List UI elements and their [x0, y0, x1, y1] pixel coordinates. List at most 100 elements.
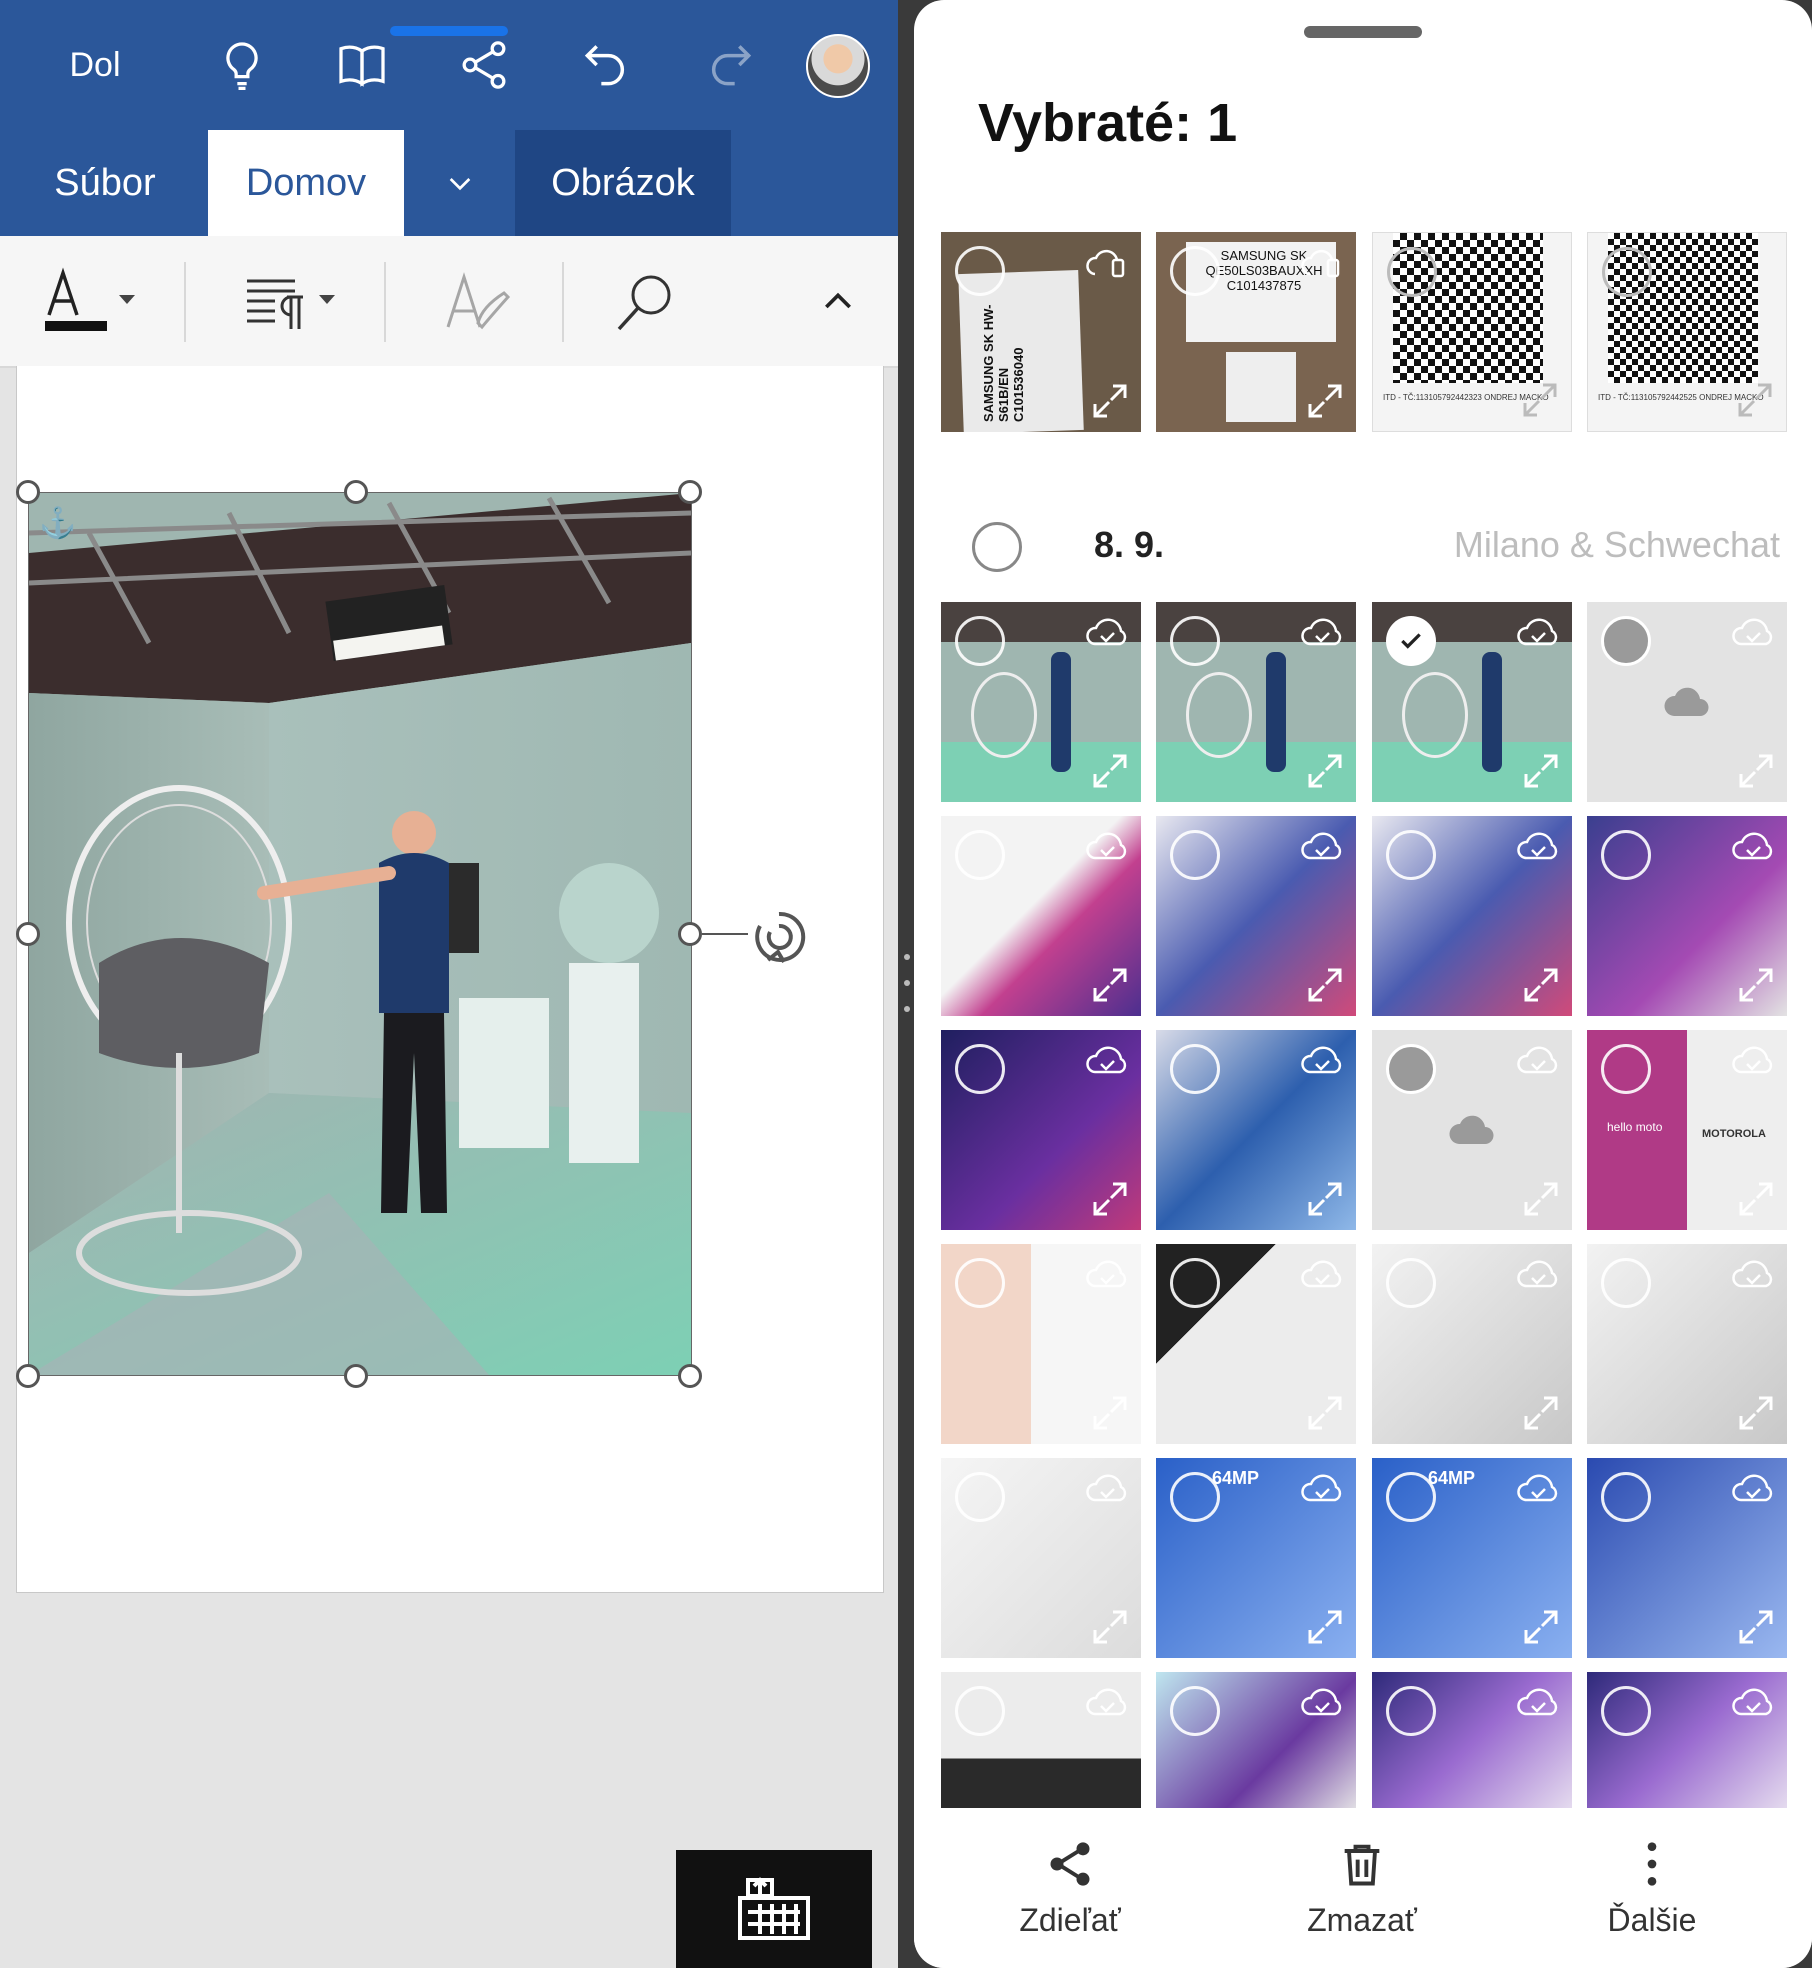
rotate-icon[interactable]	[748, 906, 810, 968]
thumbnail-slide-security[interactable]	[941, 1030, 1141, 1230]
thumbnail-slide-handphone[interactable]	[1372, 1672, 1572, 1816]
thumbnail-slide-handphone[interactable]	[1587, 1672, 1787, 1816]
resize-handle-bottom-right[interactable]	[678, 1364, 702, 1388]
select-circle[interactable]	[1170, 246, 1220, 296]
delete-action[interactable]: Zmazať	[1262, 1838, 1462, 1939]
dol-button[interactable]: Dol	[40, 0, 150, 130]
expand-icon[interactable]	[1737, 1608, 1775, 1646]
more-action[interactable]: Ďalšie	[1552, 1838, 1752, 1939]
expand-icon[interactable]	[1091, 1394, 1129, 1432]
expand-icon[interactable]	[1522, 752, 1560, 790]
expand-icon[interactable]	[1091, 1180, 1129, 1218]
thumbnail-slide-design[interactable]	[941, 1244, 1141, 1444]
select-circle[interactable]	[1602, 247, 1652, 297]
paragraph-button[interactable]	[236, 256, 346, 348]
expand-icon[interactable]	[1306, 1180, 1344, 1218]
thumbnail-slide-gray[interactable]	[1587, 1244, 1787, 1444]
select-circle[interactable]	[1601, 1686, 1651, 1736]
select-circle[interactable]	[955, 1044, 1005, 1094]
section-select-circle[interactable]	[972, 522, 1022, 572]
select-circle[interactable]	[1386, 1686, 1436, 1736]
thumbnail-booth[interactable]	[941, 602, 1141, 802]
thumbnail-slide-purple[interactable]	[1587, 816, 1787, 1016]
select-circle[interactable]	[955, 1258, 1005, 1308]
expand-icon[interactable]	[1737, 1180, 1775, 1218]
thumbnail-slide-entertainment[interactable]	[1156, 1672, 1356, 1816]
thumbnail-box-1[interactable]: SAMSUNG SK HW-S61B/EN C101536040	[941, 232, 1141, 432]
thumbnail-slide-phones[interactable]	[1156, 816, 1356, 1016]
select-circle[interactable]	[1386, 1044, 1436, 1094]
expand-icon[interactable]	[1736, 381, 1774, 419]
expand-icon[interactable]	[1737, 1394, 1775, 1432]
keyboard-button[interactable]	[676, 1850, 872, 1968]
select-circle[interactable]	[1601, 1472, 1651, 1522]
expand-icon[interactable]	[1521, 381, 1559, 419]
select-circle[interactable]	[1170, 1472, 1220, 1522]
search-button[interactable]	[606, 256, 686, 348]
expand-icon[interactable]	[1306, 966, 1344, 1004]
select-circle[interactable]	[1170, 1044, 1220, 1094]
resize-handle-top-left[interactable]	[16, 480, 40, 504]
thumbnail-slide-blue[interactable]	[1156, 1030, 1356, 1230]
thumbnail-slide-64mp[interactable]: 64MP	[1372, 1458, 1572, 1658]
thumbnail-booth-selected[interactable]	[1372, 602, 1572, 802]
tab-file[interactable]: Súbor	[30, 130, 180, 236]
select-circle[interactable]	[1386, 1472, 1436, 1522]
thumbnail-placeholder[interactable]	[1587, 602, 1787, 802]
expand-icon[interactable]	[1522, 1180, 1560, 1218]
select-circle[interactable]	[1601, 616, 1651, 666]
select-circle[interactable]	[955, 1686, 1005, 1736]
select-circle[interactable]	[1387, 247, 1437, 297]
expand-icon[interactable]	[1522, 1608, 1560, 1646]
thumbnail-slide-pink[interactable]	[941, 816, 1141, 1016]
thumbnail-slide-audio[interactable]	[941, 1672, 1141, 1816]
select-circle[interactable]	[1601, 1044, 1651, 1094]
expand-icon[interactable]	[1737, 966, 1775, 1004]
select-circle[interactable]	[1601, 830, 1651, 880]
thumbnail-box-2[interactable]: SAMSUNG SK QE50LS03BAUXXH C101437875	[1156, 232, 1356, 432]
select-circle[interactable]	[1386, 616, 1436, 666]
select-circle[interactable]	[955, 1472, 1005, 1522]
thumbnail-slide-hellomoto[interactable]: hello moto MOTOROLA	[1587, 1030, 1787, 1230]
expand-icon[interactable]	[1091, 966, 1129, 1004]
select-circle[interactable]	[1170, 830, 1220, 880]
book-icon[interactable]	[332, 0, 392, 130]
redo-icon[interactable]	[700, 0, 760, 130]
expand-icon[interactable]	[1091, 1608, 1129, 1646]
resize-handle-top[interactable]	[344, 480, 368, 504]
share-icon[interactable]	[454, 0, 514, 130]
expand-icon[interactable]	[1522, 966, 1560, 1004]
share-action[interactable]: Zdieľať	[970, 1838, 1170, 1939]
thumbnail-slide-lightblue[interactable]	[1587, 1458, 1787, 1658]
select-circle[interactable]	[1386, 830, 1436, 880]
select-circle[interactable]	[1170, 616, 1220, 666]
thumbnail-slide-gray[interactable]	[1372, 1244, 1572, 1444]
thumbnail-slide-ux[interactable]	[1156, 1244, 1356, 1444]
thumbnail-qr-1[interactable]: ITD - TČ:113105792442323 ONDREJ MACKO	[1372, 232, 1572, 432]
selected-image[interactable]: ⚓	[28, 492, 692, 1376]
select-circle[interactable]	[1170, 1686, 1220, 1736]
select-circle[interactable]	[955, 246, 1005, 296]
resize-handle-right[interactable]	[678, 922, 702, 946]
select-circle[interactable]	[955, 830, 1005, 880]
expand-icon[interactable]	[1091, 382, 1129, 420]
select-circle[interactable]	[955, 616, 1005, 666]
styles-button[interactable]	[432, 256, 522, 348]
resize-handle-top-right[interactable]	[678, 480, 702, 504]
drag-handle[interactable]	[1304, 26, 1422, 38]
resize-handle-bottom-left[interactable]	[16, 1364, 40, 1388]
split-divider[interactable]	[898, 0, 914, 1968]
select-circle[interactable]	[1601, 1258, 1651, 1308]
select-circle[interactable]	[1170, 1258, 1220, 1308]
collapse-icon[interactable]	[808, 256, 868, 348]
tab-home[interactable]: Domov	[208, 130, 404, 236]
avatar[interactable]	[806, 34, 870, 98]
thumbnail-qr-2[interactable]: ITD - TČ:113105792442525 ONDREJ MACKO	[1587, 232, 1787, 432]
resize-handle-left[interactable]	[16, 922, 40, 946]
undo-icon[interactable]	[576, 0, 636, 130]
thumbnail-slide-64mp[interactable]: 64MP	[1156, 1458, 1356, 1658]
expand-icon[interactable]	[1306, 752, 1344, 790]
thumbnail-placeholder[interactable]	[1372, 1030, 1572, 1230]
expand-icon[interactable]	[1306, 1394, 1344, 1432]
expand-icon[interactable]	[1522, 1394, 1560, 1432]
